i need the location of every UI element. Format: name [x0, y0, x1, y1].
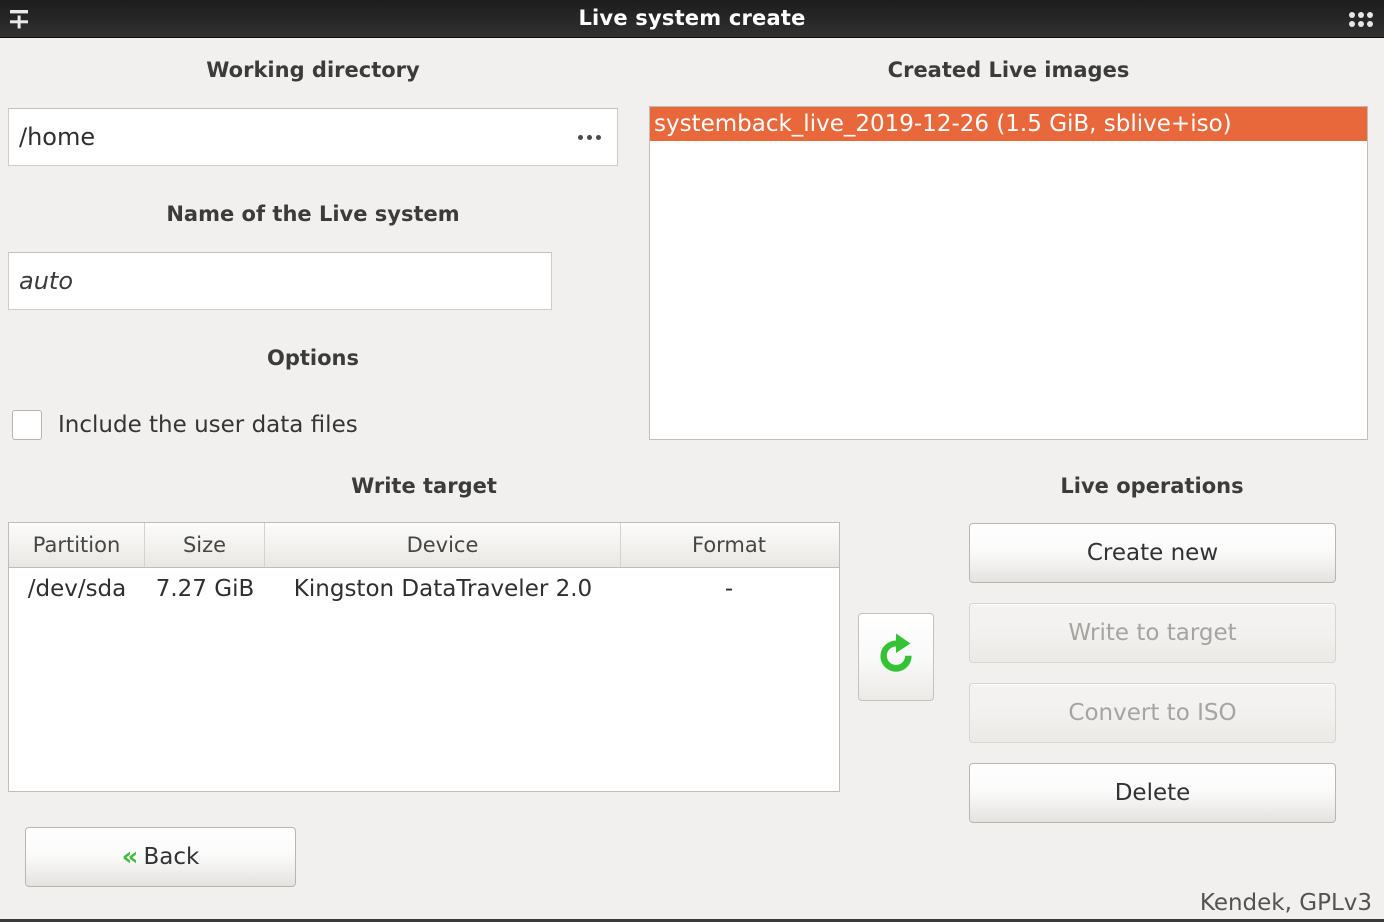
write-target-table[interactable]: Partition Size Device Format /dev/sda 7.… — [8, 522, 840, 792]
created-live-images-label: Created Live images — [887, 58, 1130, 82]
footer-credit: Kendek, GPLv3 — [1199, 890, 1372, 916]
include-user-data-checkbox[interactable] — [12, 410, 42, 440]
double-chevron-left-icon: « — [121, 842, 139, 872]
titlebar: Live system create — [0, 0, 1384, 38]
delete-button[interactable]: Delete — [969, 763, 1336, 823]
create-new-label: Create new — [1086, 540, 1219, 566]
created-live-images-list[interactable]: systemback_live_2019-12-26 (1.5 GiB, sbl… — [649, 106, 1368, 440]
list-item[interactable]: systemback_live_2019-12-26 (1.5 GiB, sbl… — [650, 107, 1367, 141]
convert-to-iso-button[interactable]: Convert to ISO — [969, 683, 1336, 743]
grid-dots-menu-icon[interactable] — [1348, 11, 1374, 27]
cell-partition: /dev/sda — [27, 576, 127, 602]
delete-label: Delete — [1114, 780, 1191, 806]
back-button[interactable]: « Back — [25, 827, 296, 887]
live-system-name-label: Name of the Live system — [166, 202, 460, 226]
write-to-target-label: Write to target — [1068, 620, 1237, 646]
convert-to-iso-label: Convert to ISO — [1068, 700, 1237, 726]
table-body: /dev/sda 7.27 GiB Kingston DataTraveler … — [9, 568, 839, 791]
working-directory-value: /home — [19, 123, 96, 151]
write-target-label: Write target — [351, 474, 497, 498]
window-title: Live system create — [578, 6, 806, 30]
create-new-button[interactable]: Create new — [969, 523, 1336, 583]
table-header-row: Partition Size Device Format — [9, 523, 839, 568]
cell-size: 7.27 GiB — [155, 576, 255, 602]
live-system-name-input[interactable]: auto — [8, 252, 552, 310]
cell-format: - — [724, 576, 734, 602]
options-label: Options — [267, 346, 359, 370]
refresh-button[interactable] — [858, 613, 934, 701]
working-directory-label: Working directory — [206, 58, 420, 82]
column-header-format[interactable]: Format — [621, 523, 837, 567]
column-header-partition[interactable]: Partition — [9, 523, 145, 567]
column-header-device[interactable]: Device — [265, 523, 621, 567]
live-operations-label: Live operations — [1060, 474, 1244, 498]
table-row[interactable]: /dev/sda 7.27 GiB Kingston DataTraveler … — [9, 568, 839, 610]
write-to-target-button[interactable]: Write to target — [969, 603, 1336, 663]
working-directory-input[interactable]: /home — [8, 108, 618, 166]
include-user-data-label: Include the user data files — [58, 412, 358, 438]
option-include-user-data-row[interactable]: Include the user data files — [12, 410, 358, 440]
live-system-name-value: auto — [19, 267, 74, 295]
back-label: Back — [143, 844, 200, 870]
column-header-size[interactable]: Size — [145, 523, 265, 567]
refresh-circular-arrow-icon — [872, 631, 920, 683]
ellipsis-browse-icon[interactable] — [572, 134, 607, 140]
cell-device: Kingston DataTraveler 2.0 — [293, 576, 593, 602]
